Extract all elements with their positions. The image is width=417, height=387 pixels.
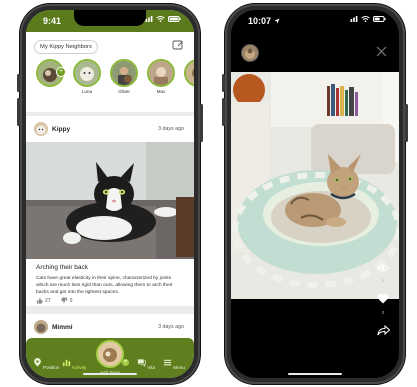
bottom-tab-bar: Position Activity + Add Story Vita Menu [26, 338, 194, 378]
volume-down-button [17, 98, 20, 126]
post-photo[interactable] [26, 142, 194, 259]
post-reactions: 27 0 [36, 297, 72, 304]
home-indicator [288, 373, 342, 375]
location-pin-icon [33, 358, 41, 367]
likes-count: 0 [381, 310, 385, 315]
tab-activity[interactable]: Activity [60, 358, 88, 370]
status-time: 9:41 [43, 16, 62, 26]
tab-position[interactable]: Position [32, 358, 60, 370]
tab-label: Menu [173, 365, 185, 370]
hamburger-menu-icon [164, 359, 172, 366]
author-avatar[interactable] [34, 320, 48, 334]
notch [74, 10, 146, 26]
status-time: 10:07 [248, 16, 280, 26]
phone-left: 9:41 My Kippy Neighbors + Luna Oliver Ma… [17, 4, 203, 384]
story-item[interactable]: Max [147, 59, 175, 94]
stories-row: + Luna Oliver Max [32, 59, 194, 105]
story-photo[interactable] [231, 72, 399, 299]
battery-icon [168, 16, 181, 22]
tab-vita[interactable]: Vita [132, 358, 160, 370]
post-card[interactable]: Kippy 3 days ago Arching their back Cats… [26, 116, 194, 306]
activity-bars-icon [62, 359, 70, 367]
story-item[interactable]: Oliver [110, 59, 138, 94]
like-button[interactable]: 27 [36, 297, 51, 304]
post-header: Kippy 3 days ago [26, 116, 194, 142]
group-selector[interactable]: My Kippy Neighbors [34, 40, 98, 54]
story-item[interactable]: + [36, 59, 66, 89]
author-avatar[interactable] [34, 122, 48, 136]
story-name: Jo [184, 89, 194, 94]
story-name: Max [156, 89, 166, 94]
thumbs-down-icon [60, 297, 67, 304]
wifi-icon [156, 16, 165, 22]
post-time: 3 days ago [158, 324, 184, 330]
status-icons [143, 16, 181, 22]
tab-label: Vita [147, 365, 156, 370]
post-time: 3 days ago [158, 126, 184, 132]
story-item[interactable]: Jo [184, 59, 194, 94]
heart-icon[interactable] [377, 293, 389, 304]
volume-down-button [222, 98, 225, 126]
story-name: Oliver [118, 89, 130, 94]
power-button [200, 104, 203, 142]
post-author[interactable]: Mimmi [52, 324, 73, 331]
wifi-icon [361, 16, 370, 22]
post-title: Arching their back [36, 264, 89, 271]
story-viewer-screen: 10:07 1 0 [231, 10, 399, 378]
tab-menu[interactable]: Menu [160, 358, 188, 370]
thumbs-up-icon [36, 297, 43, 304]
views-count: 1 [381, 278, 385, 283]
volume-up-button [222, 74, 225, 92]
phone-right: 10:07 1 0 [222, 4, 408, 384]
add-story-avatar[interactable] [96, 340, 124, 368]
story-author-avatar[interactable] [241, 44, 259, 62]
story-avatar [110, 59, 138, 87]
close-icon[interactable] [376, 46, 387, 57]
feed-header: My Kippy Neighbors + Luna Oliver Max [26, 32, 194, 112]
add-story-plus-icon[interactable]: + [56, 67, 66, 77]
story-side-actions: 1 0 [375, 259, 391, 341]
dislike-button[interactable]: 0 [60, 297, 73, 304]
home-indicator [83, 373, 137, 375]
battery-icon [373, 16, 386, 22]
story-name: Luna [81, 89, 92, 94]
post-body: Cats have great elasticity in their spin… [36, 276, 173, 295]
post-header: Mimmi 3 days ago [26, 314, 194, 340]
story-avatar [147, 59, 175, 87]
volume-up-button [17, 74, 20, 92]
post-author[interactable]: Kippy [52, 126, 70, 133]
add-story-plus-icon[interactable]: + [122, 359, 129, 366]
status-icons [348, 16, 386, 22]
story-avatar [73, 59, 101, 87]
eye-icon[interactable] [376, 264, 390, 272]
chat-bubble-icon [137, 359, 146, 367]
share-icon[interactable] [376, 324, 390, 336]
feed-screen: 9:41 My Kippy Neighbors + Luna Oliver Ma… [26, 10, 194, 378]
edit-icon[interactable] [172, 39, 184, 51]
dislike-count: 0 [69, 297, 73, 304]
notch [279, 10, 351, 26]
story-item[interactable]: Luna [73, 59, 101, 94]
power-button [405, 104, 408, 142]
story-avatar [184, 59, 194, 87]
like-count: 27 [45, 297, 51, 304]
